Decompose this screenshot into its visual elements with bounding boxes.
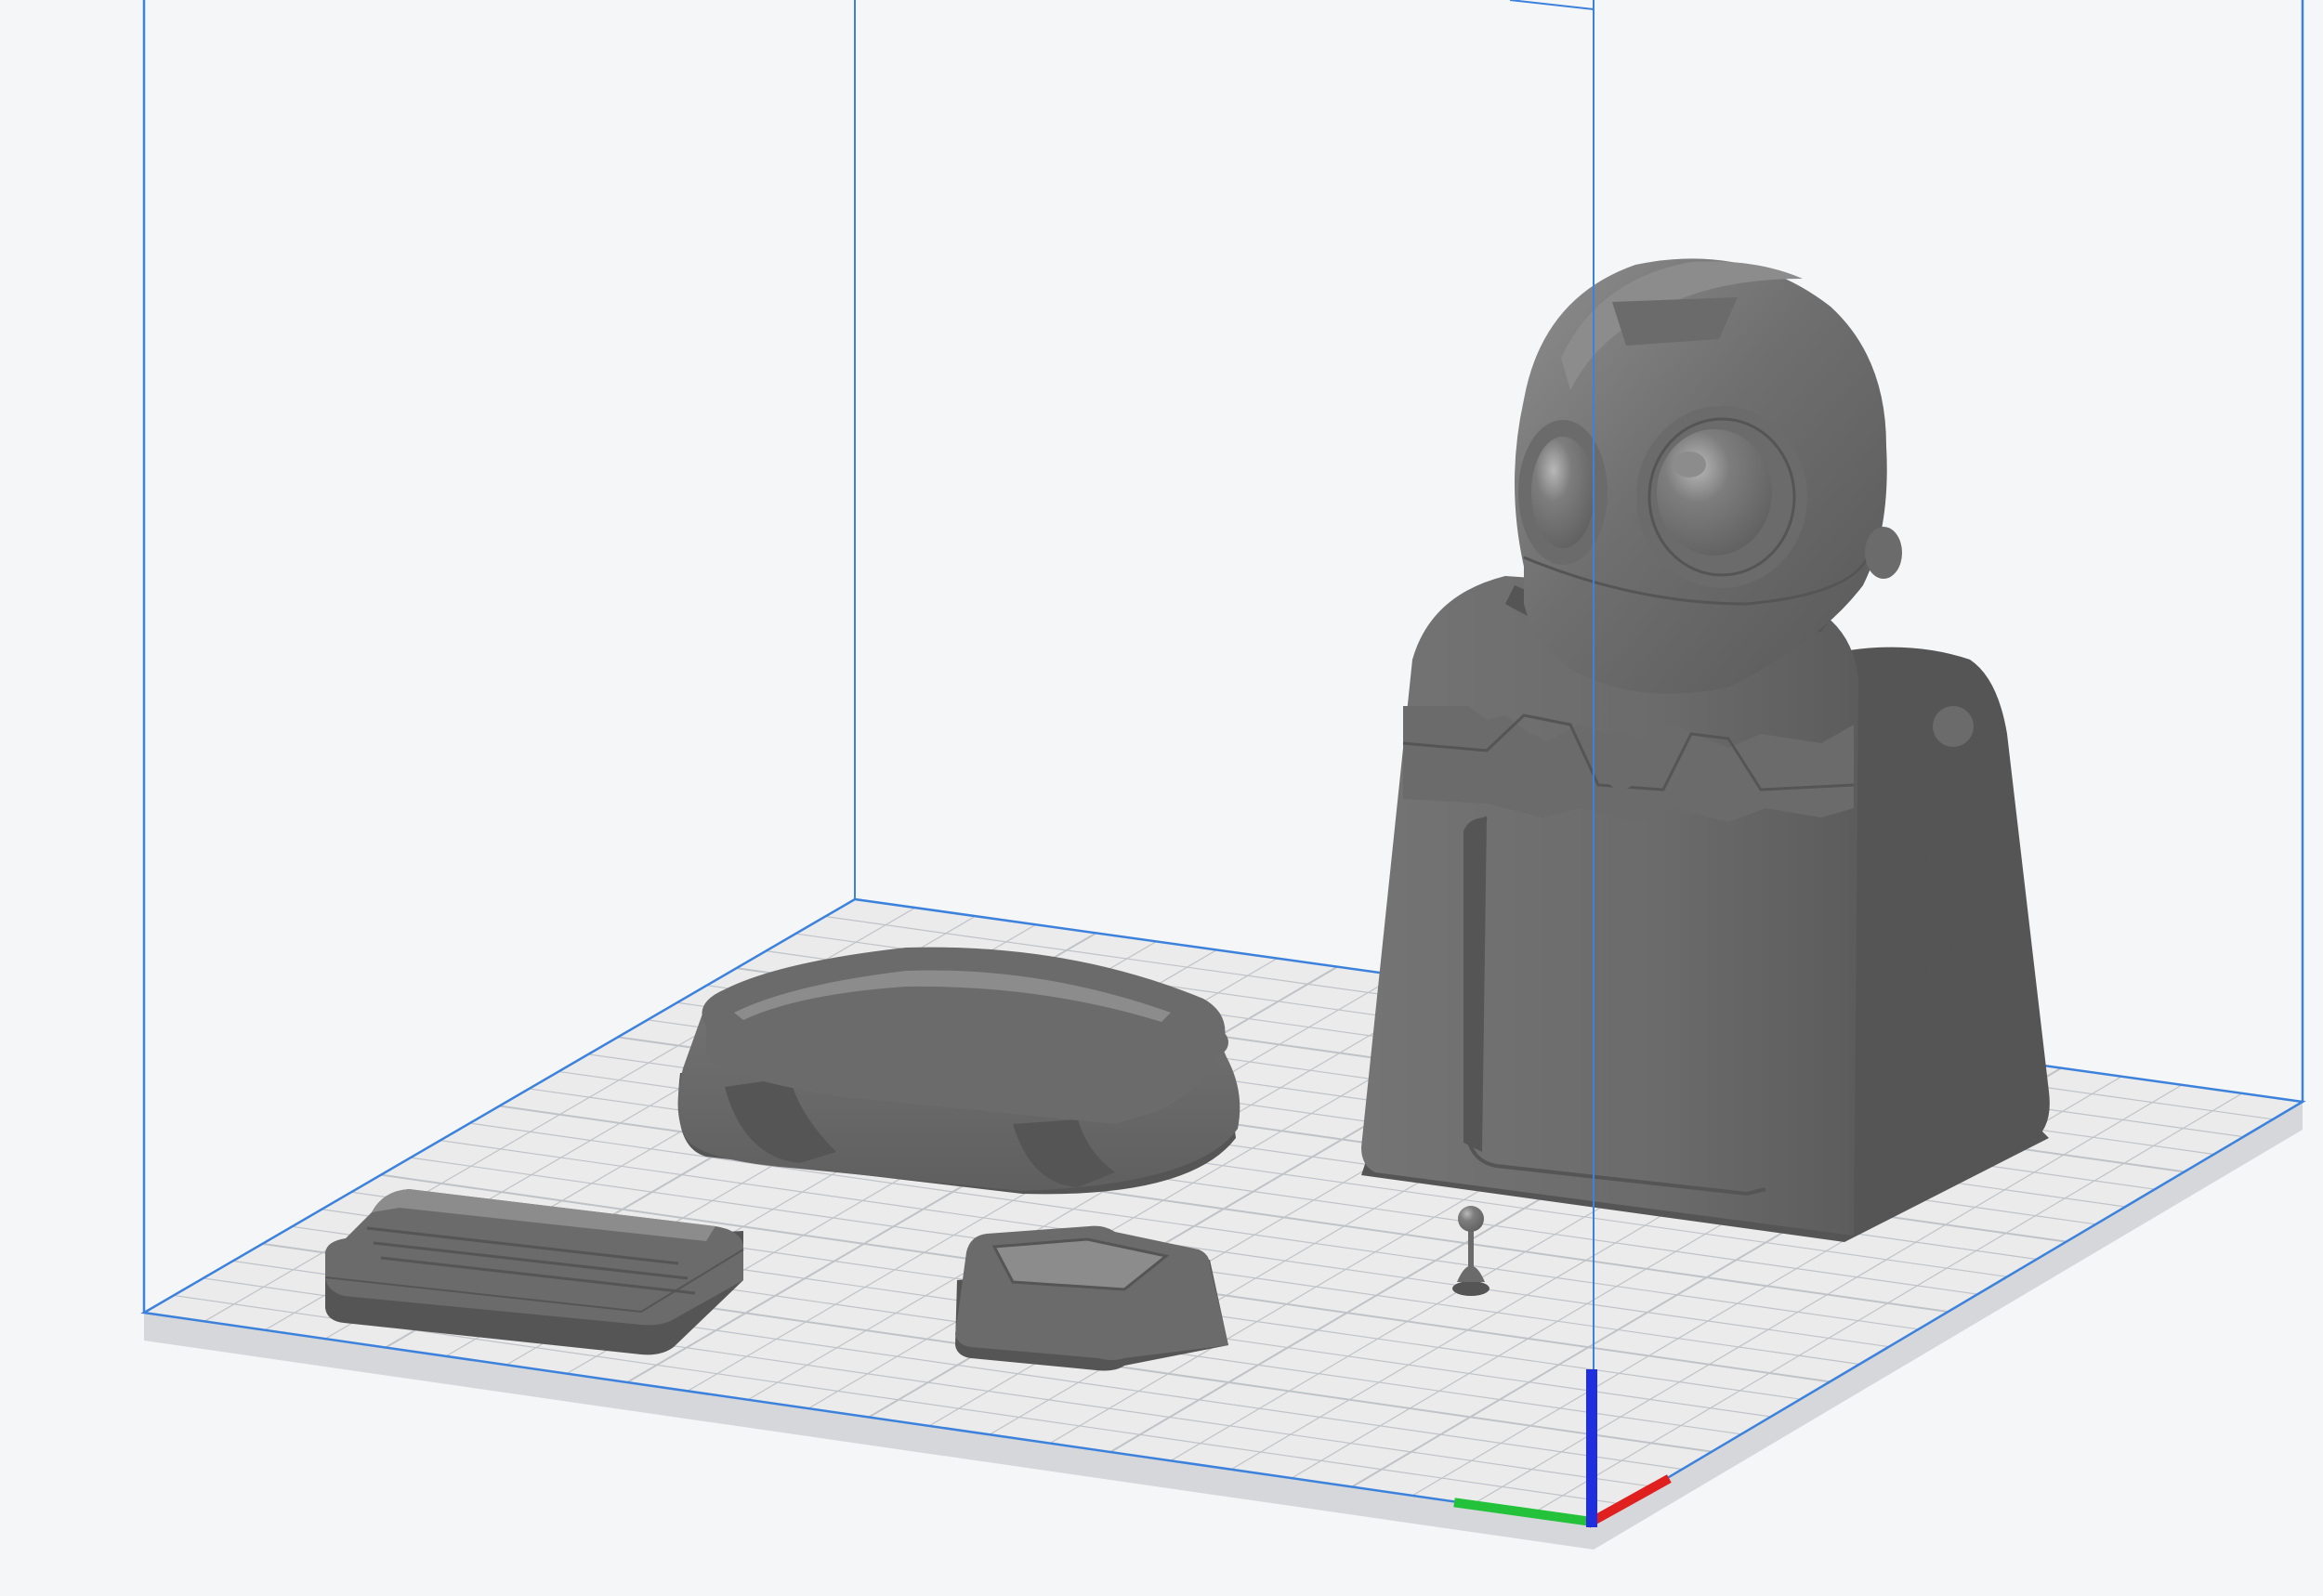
hexagonal-cap-model[interactable] bbox=[955, 1225, 1228, 1371]
round-base-model[interactable] bbox=[677, 947, 1240, 1195]
3d-viewport[interactable] bbox=[0, 0, 2323, 1596]
build-plate-scene[interactable] bbox=[0, 0, 2323, 1596]
robot-body-model[interactable] bbox=[1361, 258, 2050, 1242]
